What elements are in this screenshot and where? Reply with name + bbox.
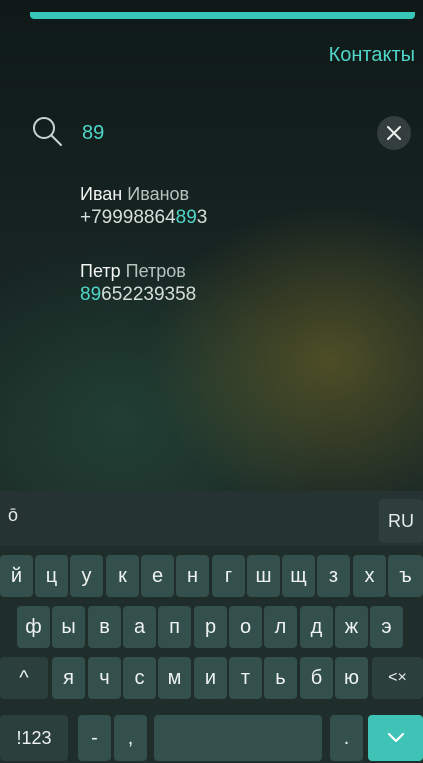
key-row3-7[interactable]: б bbox=[300, 657, 333, 699]
close-icon bbox=[387, 126, 401, 140]
key-row2-2[interactable]: в bbox=[88, 606, 121, 648]
search-row: 89 bbox=[30, 108, 415, 160]
key-row1-11[interactable]: ъ bbox=[388, 555, 423, 597]
key-row1-5[interactable]: н bbox=[176, 555, 209, 597]
key-row3-0[interactable]: я bbox=[52, 657, 85, 699]
key-row1-8[interactable]: щ bbox=[282, 555, 315, 597]
contact-phone: +79998864893 bbox=[80, 206, 207, 230]
key-row2-10[interactable]: э bbox=[370, 606, 403, 648]
contact-result-petr[interactable]: Петр Петров 89652239358 bbox=[80, 259, 196, 307]
key-row2-4[interactable]: п bbox=[158, 606, 191, 648]
key-row1-3[interactable]: к bbox=[106, 555, 139, 597]
key-row1-10[interactable]: х bbox=[353, 555, 386, 597]
space-key[interactable] bbox=[154, 715, 322, 761]
enter-key[interactable] bbox=[368, 715, 423, 761]
key-row2-7[interactable]: л bbox=[264, 606, 297, 648]
key-row3-8[interactable]: ю bbox=[335, 657, 368, 699]
symbols-key[interactable]: !123 bbox=[0, 715, 68, 761]
contact-last-name: Петров bbox=[125, 261, 186, 281]
contact-name: Петр Петров bbox=[80, 259, 196, 283]
shift-key[interactable]: ^ bbox=[0, 657, 48, 699]
contact-result-ivan[interactable]: Иван Иванов +79998864893 bbox=[80, 182, 207, 230]
contact-last-name: Иванов bbox=[127, 184, 190, 204]
top-accent-bar bbox=[30, 12, 415, 19]
key-row3-1[interactable]: ч bbox=[88, 657, 121, 699]
virtual-keyboard: ō RU й ц у к е н г ш щ з х ъ ф ы в а п р… bbox=[0, 491, 423, 763]
search-icon bbox=[33, 117, 62, 146]
keyboard-toolbar: ō RU bbox=[0, 491, 423, 546]
contact-phone: 89652239358 bbox=[80, 283, 196, 307]
key-row2-9[interactable]: ж bbox=[335, 606, 368, 648]
page-title[interactable]: Контакты bbox=[329, 44, 415, 67]
key-row2-0[interactable]: ф bbox=[17, 606, 50, 648]
dash-key[interactable]: - bbox=[78, 715, 111, 761]
key-row1-6[interactable]: г bbox=[212, 555, 245, 597]
period-key[interactable]: . bbox=[330, 715, 363, 761]
contact-first-name: Петр bbox=[80, 261, 121, 281]
key-row1-4[interactable]: е bbox=[141, 555, 174, 597]
key-row2-3[interactable]: а bbox=[123, 606, 156, 648]
key-row3-3[interactable]: м bbox=[158, 657, 191, 699]
keyboard-mode-toggle[interactable]: ō bbox=[8, 505, 18, 526]
key-row2-1[interactable]: ы bbox=[52, 606, 85, 648]
key-row3-2[interactable]: с bbox=[123, 657, 156, 699]
key-row3-6[interactable]: ь bbox=[264, 657, 297, 699]
key-row3-5[interactable]: т bbox=[229, 657, 262, 699]
key-row2-5[interactable]: р bbox=[194, 606, 227, 648]
contact-name: Иван Иванов bbox=[80, 182, 207, 206]
key-row1-7[interactable]: ш bbox=[247, 555, 280, 597]
clear-search-button[interactable] bbox=[377, 116, 411, 150]
key-row1-2[interactable]: у bbox=[70, 555, 103, 597]
key-row1-0[interactable]: й bbox=[0, 555, 33, 597]
comma-key[interactable]: , bbox=[114, 715, 147, 761]
backspace-key[interactable]: <× bbox=[372, 657, 423, 699]
contact-first-name: Иван bbox=[80, 184, 123, 204]
search-input[interactable]: 89 bbox=[82, 122, 104, 145]
key-row1-9[interactable]: з bbox=[317, 555, 350, 597]
phone-match: 89 bbox=[80, 284, 102, 305]
key-row2-8[interactable]: д bbox=[300, 606, 333, 648]
key-row2-6[interactable]: о bbox=[229, 606, 262, 648]
language-switch-button[interactable]: RU bbox=[379, 499, 423, 543]
phone-prefix: +79998864 bbox=[80, 207, 176, 228]
key-row3-4[interactable]: и bbox=[194, 657, 227, 699]
chevron-down-icon bbox=[387, 732, 404, 743]
phone-suffix: 652239358 bbox=[101, 284, 197, 305]
phone-suffix: 3 bbox=[196, 207, 208, 228]
phone-match: 89 bbox=[175, 207, 197, 228]
key-row1-1[interactable]: ц bbox=[35, 555, 68, 597]
